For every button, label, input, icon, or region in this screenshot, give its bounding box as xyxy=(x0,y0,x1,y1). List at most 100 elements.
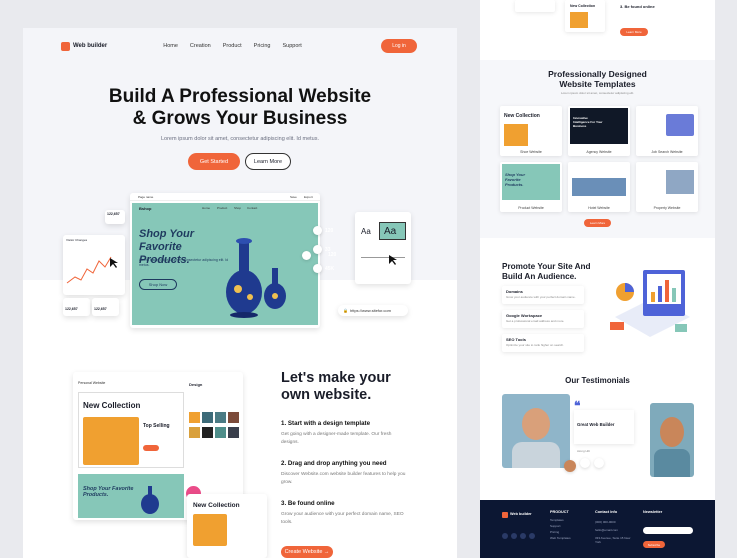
nav-creation[interactable]: Creation xyxy=(190,43,211,49)
template-shoe-label: Shoe Website xyxy=(520,150,542,154)
template-property[interactable]: Property Website xyxy=(636,162,698,212)
template-job[interactable]: Job Search Website xyxy=(636,106,698,156)
font-sample-a[interactable]: Aa xyxy=(361,227,371,236)
login-button[interactable]: Log in xyxy=(381,39,417,53)
subscribe-button[interactable]: Subscribe xyxy=(643,541,665,548)
swatch-8[interactable] xyxy=(228,427,239,438)
comment-icon[interactable] xyxy=(313,245,322,254)
steps-headline-2: own website. xyxy=(281,387,372,403)
template-hotel-image xyxy=(572,178,626,196)
logo-text[interactable]: Web builder xyxy=(73,43,107,49)
stat-top-value: 122,657 xyxy=(107,212,120,216)
footer-contact-head: Contact Info xyxy=(595,510,618,514)
mockup-tab-contact[interactable]: Contact xyxy=(247,206,257,210)
right-top-strip: New Collection 3. Be found online Learn … xyxy=(480,0,715,60)
mockup-page-name: Page name xyxy=(138,195,154,199)
nav-home[interactable]: Home xyxy=(163,43,178,49)
shop-now-button[interactable]: Shop Now xyxy=(139,279,177,290)
person-2-shirt xyxy=(654,449,690,477)
prev-arrow-icon[interactable] xyxy=(580,458,590,468)
footer-product-2[interactable]: Support xyxy=(550,524,561,528)
nav-support[interactable]: Support xyxy=(282,43,301,49)
step-3-title: 3. Be found online xyxy=(281,500,335,507)
nav-product[interactable]: Product xyxy=(223,43,242,49)
mockup-tab-product[interactable]: Product xyxy=(217,206,227,210)
template-agency[interactable]: Innovative Intelligence For Your Busines… xyxy=(568,106,630,156)
feature-seo-desc: Optimize your site to rank higher on sea… xyxy=(506,343,565,347)
footer-product-head: PRODUCT xyxy=(550,510,569,514)
share-icon[interactable] xyxy=(313,264,322,273)
mockup-save[interactable]: Save xyxy=(290,195,297,199)
feature-workspace-desc: Get a professional email address and mor… xyxy=(506,319,565,323)
footer-logo-text[interactable]: Web builder xyxy=(510,512,532,516)
shoe-image xyxy=(83,417,139,465)
promote-title-2: Build An Audience. xyxy=(502,272,577,281)
footer-product-1[interactable]: Templates xyxy=(550,518,564,522)
lock-icon: 🔒 xyxy=(343,308,348,313)
swatch-6[interactable] xyxy=(202,427,213,438)
step-3-desc: Grow your audience with your perfect dom… xyxy=(281,512,404,525)
top-nav: Web builder Home Creation Product Pricin… xyxy=(61,38,417,54)
feature-workspace[interactable]: Google Workspace Get a professional email… xyxy=(502,310,584,328)
heart-icon[interactable] xyxy=(313,226,322,235)
design-panel-label: Design xyxy=(189,382,203,387)
popup-shoe-image xyxy=(193,514,227,546)
editor-small-button[interactable] xyxy=(143,445,159,451)
cursor-icon xyxy=(110,258,118,268)
template-property-image xyxy=(666,170,694,194)
editor-shop-title: Shop Your Favorite Products. xyxy=(83,486,134,498)
nav-menu: Home Creation Product Pricing Support xyxy=(163,43,302,49)
learn-more-button[interactable]: Learn More xyxy=(245,153,291,170)
footer-product-4[interactable]: Web Templates xyxy=(550,536,571,540)
footer-product-3[interactable]: Pricing xyxy=(550,530,559,534)
feature-seo[interactable]: SEO Tools Optimize your site to rank high… xyxy=(502,334,584,352)
count-icon-1[interactable] xyxy=(302,251,311,260)
swatch-1[interactable] xyxy=(189,412,200,423)
editor-top-selling: Top Selling xyxy=(143,423,170,429)
swatch-2[interactable] xyxy=(202,412,213,423)
instagram-icon[interactable] xyxy=(511,533,517,539)
mockup-tab-home[interactable]: Home xyxy=(202,206,210,210)
facebook-icon[interactable] xyxy=(502,533,508,539)
template-shoe-hero: New Collection xyxy=(504,113,540,119)
swatch-7[interactable] xyxy=(215,427,226,438)
mockup-tab-shop[interactable]: Shop xyxy=(234,206,241,210)
swatch-5[interactable] xyxy=(189,427,200,438)
nav-pricing[interactable]: Pricing xyxy=(254,43,271,49)
testimonial-heading: Great Web Builder xyxy=(577,422,615,427)
footer-newsletter-head: Newsletter xyxy=(643,510,663,514)
linkedin-icon[interactable] xyxy=(529,533,535,539)
mockup-export[interactable]: Export xyxy=(304,195,313,199)
create-website-button[interactable]: Create Website → xyxy=(281,546,333,558)
template-job-label: Job Search Website xyxy=(651,150,683,154)
templates-learn-button[interactable]: Learn More xyxy=(584,219,611,227)
template-job-image xyxy=(666,114,694,136)
twitter-icon[interactable] xyxy=(520,533,526,539)
testimonial-photo-1 xyxy=(502,394,570,468)
right-top-shoe xyxy=(570,12,588,28)
template-product[interactable]: Shop Your Favorite Products. Product Web… xyxy=(500,162,562,212)
template-shoe[interactable]: New Collection Shoe Website xyxy=(500,106,562,156)
template-property-label: Property Website xyxy=(653,206,681,210)
footer: Web builder PRODUCT Templates Support Pr… xyxy=(480,500,715,558)
feature-domains-desc: Grow your audience with your perfect dom… xyxy=(506,295,576,299)
stat-card-a: 122,657 xyxy=(63,298,90,316)
next-arrow-icon[interactable] xyxy=(594,458,604,468)
visitor-chart-card: Visitor Changes xyxy=(63,235,125,295)
font-sample-b-box[interactable]: Aa xyxy=(379,222,406,240)
mockup-canvas: Bshop Home Product Shop Contact Shop You… xyxy=(132,203,336,325)
editor-title: Personal Website xyxy=(78,381,106,385)
template-hotel-label: Hotel Website xyxy=(588,206,610,210)
right-top-learn-button[interactable]: Learn More xyxy=(620,28,648,36)
swatch-3[interactable] xyxy=(215,412,226,423)
editor-vase-image xyxy=(141,486,159,514)
template-hotel[interactable]: Hotel Website xyxy=(568,162,630,212)
swatch-4[interactable] xyxy=(228,412,239,423)
url-bar[interactable]: 🔒 https://www.sitefor.com xyxy=(338,305,408,316)
get-started-button[interactable]: Get Started xyxy=(188,153,240,170)
stat-card-b: 122,657 xyxy=(92,298,119,316)
newsletter-input[interactable] xyxy=(643,527,693,534)
size-slider[interactable] xyxy=(361,257,405,258)
feature-domains[interactable]: Domains Grow your audience with your perf… xyxy=(502,286,584,304)
stat-card-top: 122,657 xyxy=(105,210,125,224)
